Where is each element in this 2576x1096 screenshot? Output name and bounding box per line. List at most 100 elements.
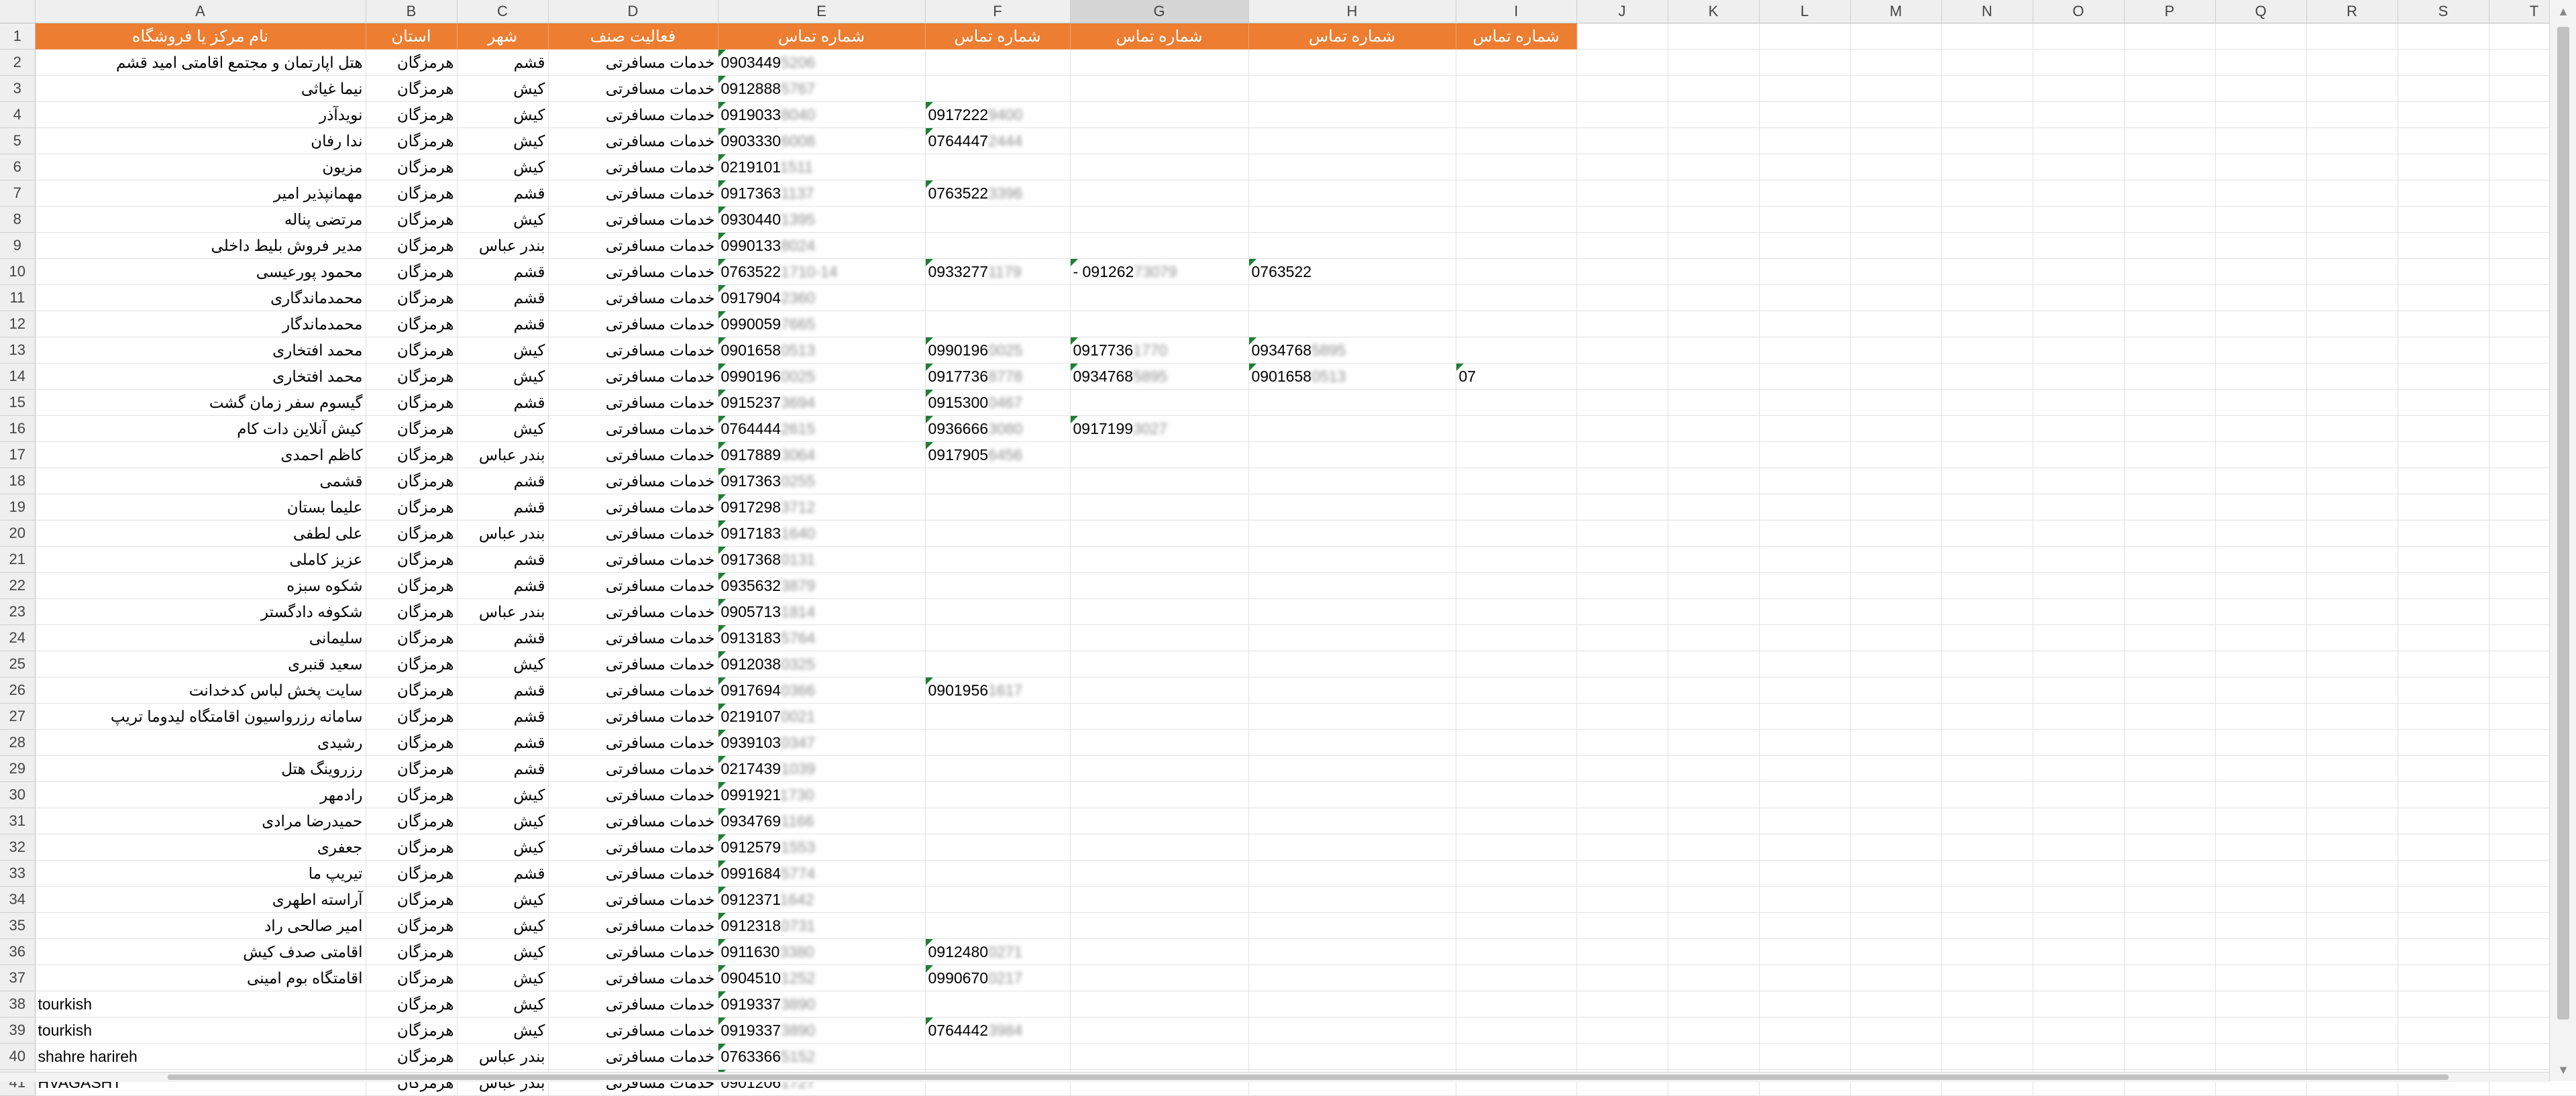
phone-cell[interactable]: 09919211730 [718,781,926,808]
city-cell[interactable]: قشم [457,389,549,416]
phone-cell[interactable] [1070,886,1249,913]
phone-cell[interactable] [1456,101,1577,128]
empty-cell[interactable] [2215,860,2307,887]
empty-cell[interactable] [2033,991,2125,1018]
phone-cell[interactable] [1070,284,1249,311]
empty-cell[interactable] [2033,965,2125,991]
empty-cell[interactable] [1759,49,1851,76]
empty-cell[interactable] [1759,1017,1851,1044]
city-cell[interactable]: کیش [457,781,549,808]
phone-cell[interactable]: 09034495206 [718,49,926,76]
phone-cell[interactable] [1070,677,1249,704]
province-cell[interactable]: هرمزگان [366,415,458,442]
empty-cell[interactable] [2033,206,2125,233]
city-cell[interactable]: قشم [457,624,549,651]
empty-cell[interactable] [2398,991,2489,1018]
phone-cell[interactable] [1456,781,1577,808]
empty-cell[interactable] [2215,206,2307,233]
phone-cell[interactable]: 09304401395 [718,206,926,233]
empty-cell[interactable] [1576,703,1668,730]
empty-cell[interactable] [1668,938,1760,965]
empty-cell[interactable] [1941,938,2033,965]
empty-cell[interactable] [1759,808,1851,834]
empty-cell[interactable] [2306,441,2398,468]
empty-cell[interactable] [1759,494,1851,520]
empty-cell[interactable] [2033,808,2125,834]
activity-cell[interactable]: خدمات مسافرتی [548,49,718,76]
phone-cell[interactable]: 09347685895 [1070,363,1249,390]
phone-cell[interactable]: 09019561617 [925,677,1071,704]
empty-cell[interactable] [1668,1017,1760,1044]
empty-cell[interactable] [2306,991,2398,1018]
phone-cell[interactable] [1456,546,1577,573]
empty-cell[interactable] [2033,101,2125,128]
phone-cell[interactable] [1070,938,1249,965]
phone-cell[interactable] [1248,729,1456,756]
empty-cell[interactable] [1668,520,1760,547]
phone-cell[interactable] [1248,860,1456,887]
row-header[interactable]: 17 [0,441,36,468]
phone-cell[interactable]: 09190338040 [718,101,926,128]
column-header-P[interactable]: P [2124,0,2216,23]
empty-cell[interactable] [1668,101,1760,128]
empty-cell[interactable] [2033,284,2125,311]
activity-cell[interactable]: خدمات مسافرتی [548,808,718,834]
row-header[interactable]: 18 [0,468,36,494]
activity-cell[interactable]: خدمات مسافرتی [548,677,718,704]
phone-cell[interactable] [1456,860,1577,887]
row-header[interactable]: 13 [0,337,36,364]
empty-cell[interactable] [2033,389,2125,416]
horizontal-scrollbar[interactable] [0,1072,2549,1082]
empty-cell[interactable] [1941,389,2033,416]
activity-cell[interactable]: خدمات مسافرتی [548,1017,718,1044]
empty-cell[interactable] [1850,703,1942,730]
empty-cell[interactable] [1576,781,1668,808]
activity-cell[interactable]: خدمات مسافرتی [548,311,718,337]
empty-cell[interactable] [1941,860,2033,887]
empty-cell[interactable] [1850,180,1942,207]
empty-cell[interactable] [1668,755,1760,782]
empty-cell[interactable] [1668,598,1760,625]
empty-cell[interactable] [1576,494,1668,520]
phone-cell[interactable] [1456,441,1577,468]
phone-cell[interactable] [1456,965,1577,991]
empty-cell[interactable] [1759,886,1851,913]
phone-cell[interactable] [1070,860,1249,887]
column-header-F[interactable]: F [925,0,1071,23]
phone-cell[interactable]: 09366663080 [925,415,1071,442]
empty-cell[interactable] [1576,363,1668,390]
empty-cell[interactable] [1850,834,1942,861]
province-cell[interactable]: هرمزگان [366,363,458,390]
empty-cell[interactable] [2033,938,2125,965]
empty-cell[interactable] [1941,494,2033,520]
empty-cell[interactable] [1941,415,2033,442]
empty-cell[interactable] [2215,127,2307,154]
phone-cell[interactable] [1456,834,1577,861]
empty-cell[interactable] [1850,49,1942,76]
empty-cell[interactable] [2124,101,2216,128]
phone-cell[interactable] [1248,755,1456,782]
phone-cell[interactable] [925,886,1071,913]
province-cell[interactable]: هرمزگان [366,520,458,547]
activity-cell[interactable]: خدمات مسافرتی [548,441,718,468]
phone-cell[interactable] [1070,494,1249,520]
phone-cell[interactable] [1456,886,1577,913]
province-cell[interactable]: هرمزگان [366,1017,458,1044]
empty-cell[interactable] [2124,624,2216,651]
empty-cell[interactable] [1850,546,1942,573]
empty-cell[interactable] [2215,703,2307,730]
store-name-cell[interactable]: نویدآذر [35,101,366,128]
empty-cell[interactable] [1668,363,1760,390]
city-cell[interactable]: قشم [457,180,549,207]
empty-cell[interactable] [2033,468,2125,494]
phone-cell[interactable] [1248,206,1456,233]
empty-cell[interactable] [1850,232,1942,259]
column-header-H[interactable]: H [1248,0,1456,23]
phone-cell[interactable] [1248,703,1456,730]
activity-cell[interactable]: خدمات مسافرتی [548,363,718,390]
phone-cell[interactable]: 07644442615 [718,415,926,442]
empty-cell[interactable] [1759,284,1851,311]
empty-cell[interactable] [2124,49,2216,76]
empty-cell[interactable] [2398,154,2489,180]
store-name-cell[interactable]: شکوفه دادگستر [35,598,366,625]
